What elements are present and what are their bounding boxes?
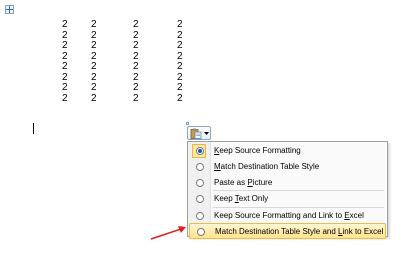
table-cell: 2 bbox=[177, 92, 183, 104]
paste-option-label: Paste as Picture bbox=[214, 178, 273, 187]
paste-options-menu: Keep Source Formatting Match Destination … bbox=[187, 141, 388, 239]
clipboard-icon bbox=[190, 128, 202, 139]
paste-option-label: Keep Text Only bbox=[214, 194, 269, 203]
paste-option-item[interactable]: Keep Text Only bbox=[189, 191, 386, 207]
paste-option-item[interactable]: Match Destination Table Style and Link t… bbox=[189, 223, 386, 239]
radio-icon bbox=[196, 195, 204, 203]
radio-icon bbox=[196, 147, 204, 155]
table-cell: 2 bbox=[133, 92, 139, 104]
paste-options-button[interactable] bbox=[187, 126, 211, 140]
move-arrows-icon bbox=[6, 6, 13, 13]
paste-option-label: Match Destination Table Style bbox=[214, 162, 320, 171]
annotation-arrow bbox=[150, 226, 186, 240]
paste-option-item[interactable]: Paste as Picture bbox=[189, 175, 386, 191]
chevron-down-icon bbox=[204, 132, 209, 135]
paste-option-label: Keep Source Formatting bbox=[214, 146, 301, 155]
table-cell: 2 bbox=[91, 92, 97, 104]
text-cursor bbox=[33, 123, 34, 134]
paste-option-item[interactable]: Keep Source Formatting and Link to Excel bbox=[189, 208, 386, 224]
table-move-handle[interactable] bbox=[5, 5, 14, 14]
table-resize-handle[interactable] bbox=[186, 122, 189, 125]
paste-option-label: Match Destination Table Style and Link t… bbox=[215, 227, 384, 236]
paste-option-item[interactable]: Keep Source Formatting bbox=[189, 143, 386, 159]
paste-option-label: Keep Source Formatting and Link to Excel bbox=[214, 211, 364, 220]
table-cell: 2 bbox=[62, 92, 68, 104]
radio-icon bbox=[197, 228, 205, 236]
radio-icon bbox=[196, 179, 204, 187]
radio-icon bbox=[196, 212, 204, 220]
paste-option-item[interactable]: Match Destination Table Style bbox=[189, 159, 386, 175]
radio-icon bbox=[196, 163, 204, 171]
